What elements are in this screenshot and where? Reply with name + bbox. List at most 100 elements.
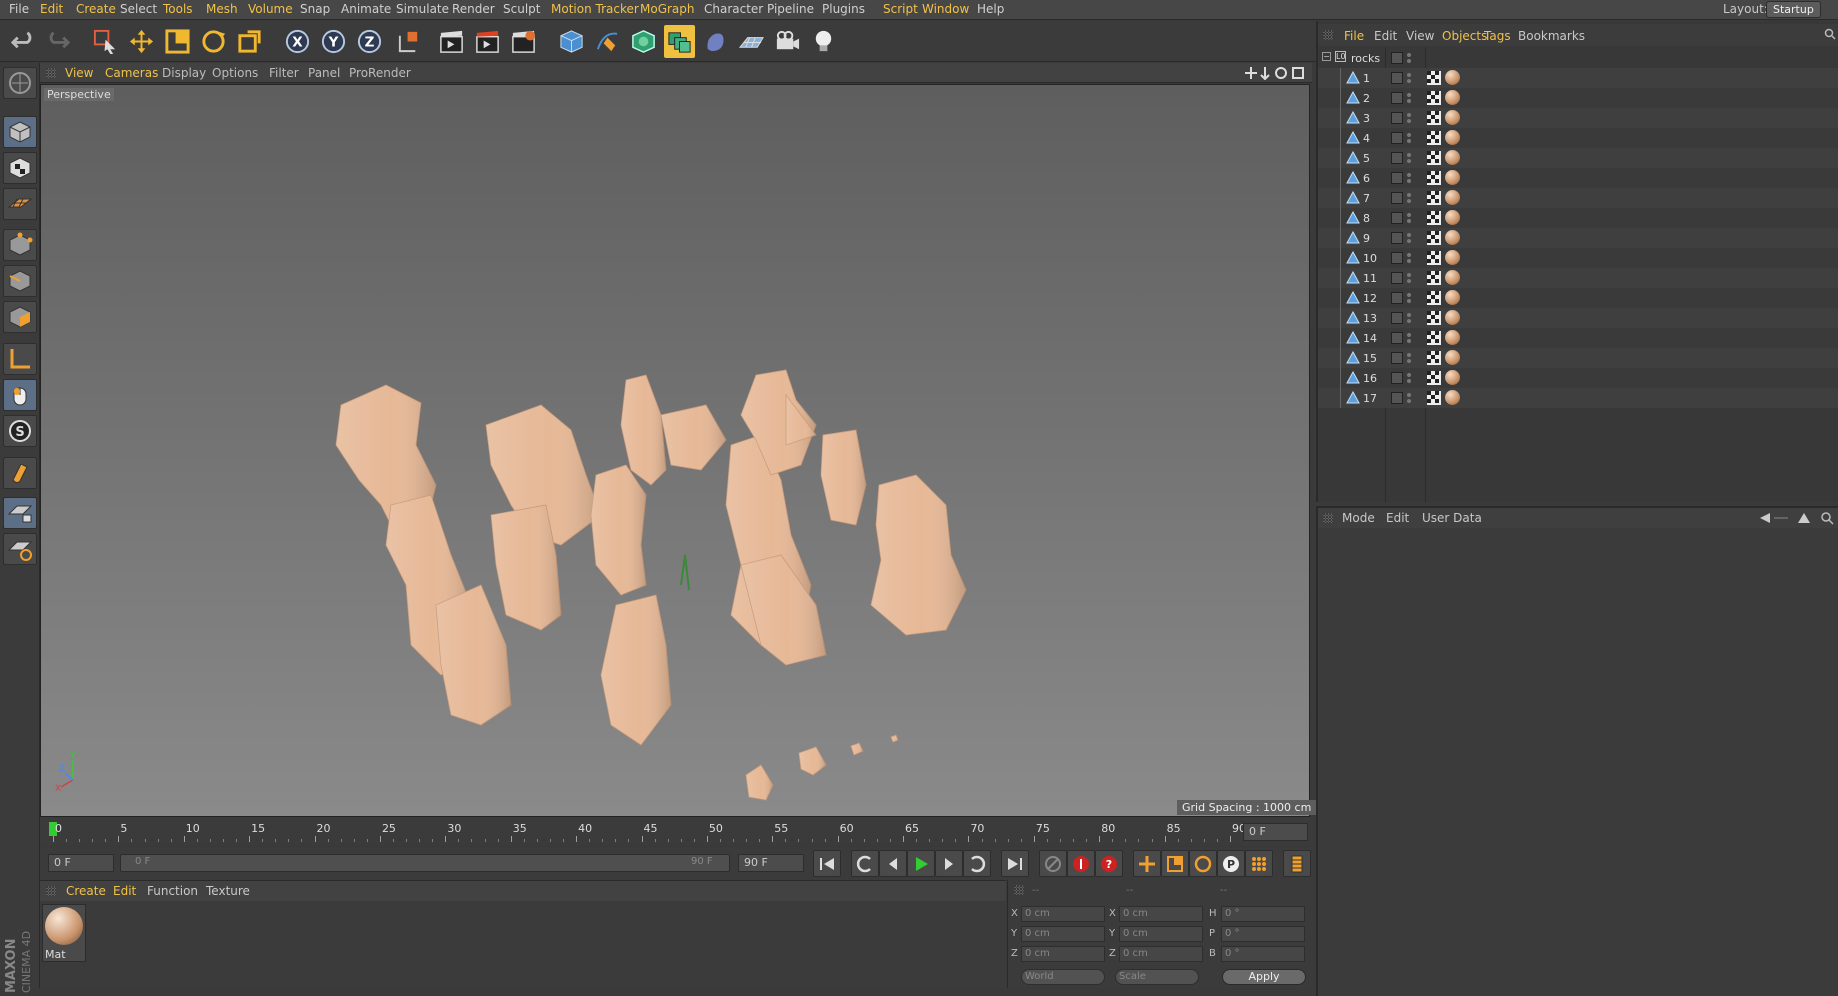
material-menu-create[interactable]: Create bbox=[66, 884, 106, 898]
viewport-menu-display[interactable]: Display bbox=[162, 66, 206, 80]
menu-simulate[interactable]: Simulate bbox=[396, 2, 449, 16]
visibility-toggle-icon[interactable] bbox=[1391, 72, 1403, 84]
polygons-mode-button[interactable] bbox=[3, 301, 37, 333]
visibility-toggle-icon[interactable] bbox=[1391, 252, 1403, 264]
rotation-p-field[interactable]: 0 ° bbox=[1221, 926, 1305, 942]
attribute-menu-edit[interactable]: Edit bbox=[1386, 511, 1409, 525]
undo-button[interactable] bbox=[8, 25, 39, 58]
end-frame-field[interactable]: 90 F bbox=[738, 854, 804, 872]
menu-script[interactable]: Script bbox=[883, 2, 918, 16]
editor-dot-icon[interactable] bbox=[1407, 233, 1411, 237]
go-to-start-button[interactable] bbox=[813, 850, 841, 877]
render-dot-icon[interactable] bbox=[1407, 339, 1411, 343]
render-dot-icon[interactable] bbox=[1407, 179, 1411, 183]
render-view-button[interactable] bbox=[436, 25, 467, 58]
editor-dot-icon[interactable] bbox=[1407, 313, 1411, 317]
visibility-toggle-icon[interactable] bbox=[1391, 272, 1403, 284]
workplane-mode-button[interactable] bbox=[3, 188, 37, 220]
render-settings-button[interactable] bbox=[508, 25, 539, 58]
menu-motion-tracker[interactable]: Motion Tracker bbox=[551, 2, 639, 16]
search-icon[interactable] bbox=[1824, 28, 1836, 40]
material-tag-icon[interactable] bbox=[1445, 190, 1460, 205]
apply-button[interactable]: Apply bbox=[1222, 969, 1306, 985]
visibility-toggle-icon[interactable] bbox=[1391, 232, 1403, 244]
material-menu-edit[interactable]: Edit bbox=[113, 884, 136, 898]
size-z-field[interactable]: 0 cm bbox=[1119, 946, 1203, 962]
render-dot-icon[interactable] bbox=[1407, 319, 1411, 323]
collapse-icon[interactable]: − bbox=[1322, 52, 1331, 61]
previous-frame-button[interactable] bbox=[879, 850, 907, 877]
material-tag-icon[interactable] bbox=[1445, 210, 1460, 225]
light-object-button[interactable] bbox=[808, 25, 839, 58]
array-object-button[interactable] bbox=[664, 25, 695, 58]
menu-tools[interactable]: Tools bbox=[163, 2, 193, 16]
layout-selector[interactable]: Startup bbox=[1766, 1, 1821, 18]
render-dot-icon[interactable] bbox=[1407, 159, 1411, 163]
render-dot-icon[interactable] bbox=[1407, 239, 1411, 243]
material-tag-icon[interactable] bbox=[1445, 150, 1460, 165]
menu-volume[interactable]: Volume bbox=[248, 2, 293, 16]
render-dot-icon[interactable] bbox=[1407, 59, 1411, 63]
menu-mesh[interactable]: Mesh bbox=[206, 2, 238, 16]
timeline-ruler[interactable]: 0 5 10 15 20 25 30 35 40 45 50 55 60 65 70 75 80 85 90 0 F bbox=[40, 818, 1312, 845]
uvw-tag-icon[interactable] bbox=[1427, 311, 1441, 325]
go-to-end-button[interactable] bbox=[1001, 850, 1029, 877]
planar-workplane-button[interactable] bbox=[3, 533, 37, 565]
scale-tool-button[interactable] bbox=[162, 25, 193, 58]
menu-plugins[interactable]: Plugins bbox=[822, 2, 865, 16]
record-keys-button[interactable] bbox=[1039, 850, 1067, 877]
rotate-tool-button[interactable] bbox=[198, 25, 229, 58]
visibility-toggle-icon[interactable] bbox=[1391, 92, 1403, 104]
editor-dot-icon[interactable] bbox=[1407, 133, 1411, 137]
material-tag-icon[interactable] bbox=[1445, 370, 1460, 385]
size-mode-select[interactable]: Scale bbox=[1115, 969, 1199, 985]
editor-dot-icon[interactable] bbox=[1407, 113, 1411, 117]
locked-workplane-button[interactable] bbox=[3, 497, 37, 529]
start-frame-field[interactable]: 0 F bbox=[48, 854, 114, 872]
size-x-field[interactable]: 0 cm bbox=[1119, 906, 1203, 922]
object-menu-objects[interactable]: Objects bbox=[1442, 29, 1487, 43]
object-name[interactable]: 1 bbox=[1363, 72, 1370, 85]
pen-spline-button[interactable] bbox=[592, 25, 623, 58]
visibility-toggle-icon[interactable] bbox=[1391, 372, 1403, 384]
menu-edit[interactable]: Edit bbox=[40, 2, 63, 16]
material-tag-icon[interactable] bbox=[1445, 170, 1460, 185]
material-tag-icon[interactable] bbox=[1445, 230, 1460, 245]
subdivision-surface-button[interactable] bbox=[628, 25, 659, 58]
material-tag-icon[interactable] bbox=[1445, 350, 1460, 365]
visibility-toggle-icon[interactable] bbox=[1391, 52, 1403, 64]
object-menu-file[interactable]: File bbox=[1344, 29, 1364, 43]
editor-dot-icon[interactable] bbox=[1407, 173, 1411, 177]
object-name[interactable]: 5 bbox=[1363, 152, 1370, 165]
object-menu-bookmarks[interactable]: Bookmarks bbox=[1518, 29, 1585, 43]
render-dot-icon[interactable] bbox=[1407, 379, 1411, 383]
object-name[interactable]: 2 bbox=[1363, 92, 1370, 105]
axis-mode-button[interactable] bbox=[3, 343, 37, 375]
range-slider[interactable]: 0 F 90 F bbox=[120, 854, 730, 872]
uvw-tag-icon[interactable] bbox=[1427, 91, 1441, 105]
editor-dot-icon[interactable] bbox=[1407, 293, 1411, 297]
solo-button[interactable]: S bbox=[3, 415, 37, 447]
cube-object-button[interactable] bbox=[556, 25, 587, 58]
object-name[interactable]: 11 bbox=[1363, 272, 1377, 285]
position-y-field[interactable]: 0 cm bbox=[1021, 926, 1105, 942]
menu-render[interactable]: Render bbox=[452, 2, 495, 16]
object-name[interactable]: 7 bbox=[1363, 192, 1370, 205]
points-mode-button[interactable] bbox=[3, 229, 37, 261]
visibility-toggle-icon[interactable] bbox=[1391, 172, 1403, 184]
uvw-tag-icon[interactable] bbox=[1427, 151, 1441, 165]
viewport-menu-options[interactable]: Options bbox=[212, 66, 258, 80]
editor-dot-icon[interactable] bbox=[1407, 193, 1411, 197]
menu-window[interactable]: Window bbox=[922, 2, 969, 16]
material-tag-icon[interactable] bbox=[1445, 70, 1460, 85]
object-name[interactable]: 15 bbox=[1363, 352, 1377, 365]
menu-snap[interactable]: Snap bbox=[300, 2, 330, 16]
object-name[interactable]: 14 bbox=[1363, 332, 1377, 345]
coordinate-system-button[interactable] bbox=[394, 25, 425, 58]
key-pla-button[interactable] bbox=[1245, 850, 1273, 877]
attribute-menu-mode[interactable]: Mode bbox=[1342, 511, 1375, 525]
texture-mode-button[interactable] bbox=[3, 152, 37, 184]
object-name[interactable]: 8 bbox=[1363, 212, 1370, 225]
move-tool-button[interactable] bbox=[126, 25, 157, 58]
next-key-button[interactable] bbox=[963, 850, 991, 877]
